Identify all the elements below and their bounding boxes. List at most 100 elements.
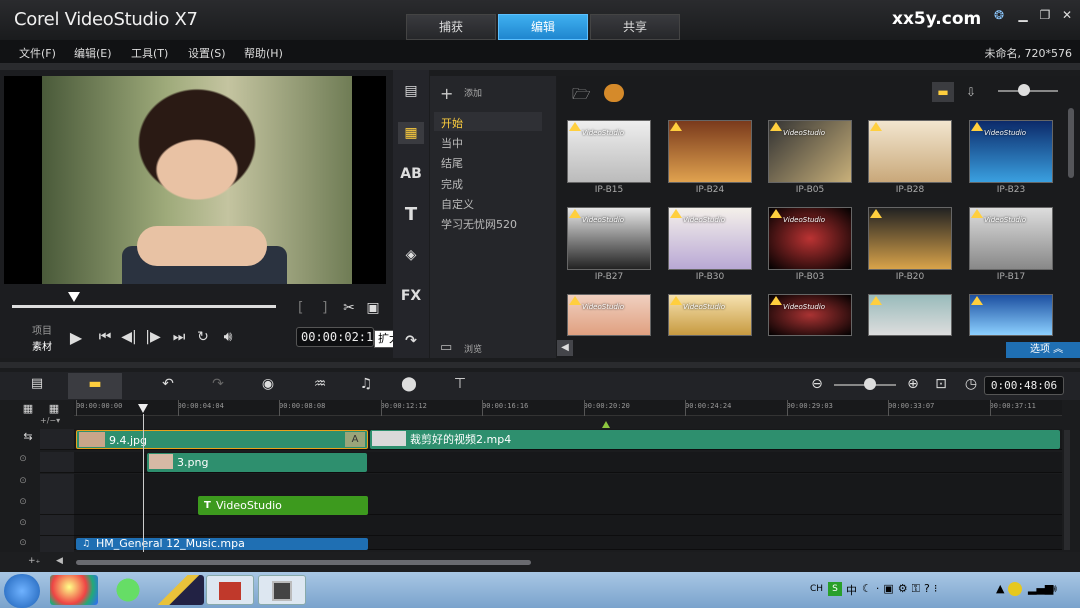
instant-project-icon[interactable]: ▦: [398, 122, 424, 144]
zoom-out-icon[interactable]: ⊖: [808, 376, 826, 392]
scroll-left-icon[interactable]: ◀: [56, 556, 68, 568]
category-start[interactable]: 开始: [441, 115, 463, 131]
tray-icons[interactable]: ☾·▣⚙⚿?⁝: [862, 582, 941, 596]
motion-tracking-icon[interactable]: ⬤: [398, 376, 420, 392]
mark-out-icon[interactable]: ]: [322, 300, 327, 316]
undo-icon[interactable]: ↶: [158, 376, 178, 392]
next-frame-icon[interactable]: |▶: [144, 329, 162, 345]
tray-arrow-icon[interactable]: ▲: [996, 582, 1004, 595]
tray-status-icon[interactable]: [1008, 582, 1022, 596]
tray-sogou[interactable]: S: [828, 582, 842, 596]
template-thumbnail[interactable]: VideoStudio: [969, 120, 1053, 183]
menu-edit[interactable]: 编辑(E): [74, 45, 112, 61]
music-clip[interactable]: ♫ HM_General 12_Music.mpa: [76, 538, 368, 550]
prev-frame-icon[interactable]: ◀|: [120, 329, 138, 345]
lock-icon-5[interactable]: ⊙: [16, 538, 30, 548]
gallery-scrollbar[interactable]: [1068, 108, 1074, 178]
tray-ime[interactable]: 中: [846, 582, 857, 598]
tab-edit[interactable]: 编辑: [498, 14, 588, 40]
sort-icon[interactable]: ⇩: [962, 82, 980, 102]
track-scrollbar[interactable]: [1064, 430, 1070, 550]
video-clip-mp4[interactable]: 裁剪好的视频2.mp4: [370, 430, 1060, 449]
zoom-in-icon[interactable]: ⊕: [904, 376, 922, 392]
path-icon[interactable]: ↷: [398, 330, 424, 352]
add-label[interactable]: 添加: [464, 86, 482, 99]
volume-icon[interactable]: 🔊︎: [218, 329, 238, 345]
tray-lang[interactable]: CH: [810, 584, 823, 594]
template-thumbnail[interactable]: [868, 294, 952, 336]
lock-icon-3[interactable]: ⊙: [16, 497, 30, 507]
add-icon[interactable]: +: [440, 84, 453, 103]
template-thumbnail[interactable]: VideoStudio: [668, 294, 752, 336]
end-icon[interactable]: ⏭: [170, 329, 188, 345]
title-icon[interactable]: T: [398, 204, 424, 226]
template-thumbnail[interactable]: VideoStudio: [768, 120, 852, 183]
video-clip-jpg[interactable]: 9.4.jpg A: [76, 430, 368, 449]
timecode-display[interactable]: 00:00:02:19: [296, 327, 374, 347]
taskbar-app-4[interactable]: [206, 575, 254, 605]
template-thumbnail[interactable]: VideoStudio: [668, 207, 752, 270]
scrubber-bar[interactable]: [12, 305, 276, 308]
thumb-size-handle[interactable]: [1018, 84, 1030, 96]
template-thumbnail[interactable]: VideoStudio: [969, 207, 1053, 270]
track-manager-icon[interactable]: ▦: [18, 402, 38, 415]
template-thumbnail[interactable]: VideoStudio: [768, 207, 852, 270]
zoom-track-icon[interactable]: +₊: [28, 556, 44, 568]
lock-icon-2[interactable]: ⊙: [16, 476, 30, 486]
home-icon[interactable]: ⏮: [96, 329, 114, 345]
chapter-marker[interactable]: [602, 421, 610, 428]
ripple-edit-icon[interactable]: ⇆: [18, 430, 38, 443]
tab-share[interactable]: 共享: [590, 14, 680, 40]
menu-settings[interactable]: 设置(S): [188, 45, 226, 61]
overlay-track-header[interactable]: [40, 452, 74, 473]
graphic-icon[interactable]: ◈: [398, 244, 424, 266]
scissors-icon[interactable]: ✂: [340, 300, 358, 316]
media-icon[interactable]: ▤: [398, 80, 424, 102]
record-capture-icon[interactable]: ◉: [258, 376, 278, 392]
template-thumbnail[interactable]: VideoStudio: [567, 294, 651, 336]
template-thumbnail[interactable]: [868, 120, 952, 183]
lock-icon-4[interactable]: ⊙: [16, 518, 30, 528]
enlarge-icon[interactable]: ▣: [364, 300, 382, 316]
lock-icon[interactable]: ⊙: [16, 454, 30, 464]
template-thumbnail[interactable]: [668, 120, 752, 183]
add-remove-track-icon[interactable]: +/−▾: [40, 416, 74, 426]
storyboard-view-icon[interactable]: ▤: [26, 376, 48, 391]
browse-label[interactable]: 浏览: [464, 342, 482, 355]
repeat-icon[interactable]: ↻: [194, 329, 212, 345]
voice-track[interactable]: [74, 515, 1062, 536]
redo-icon[interactable]: ↷: [208, 376, 228, 392]
taskbar-app-3[interactable]: [156, 575, 204, 605]
voice-track-header[interactable]: [40, 515, 74, 536]
mode-clip[interactable]: 素材: [32, 338, 52, 353]
template-thumbnail[interactable]: VideoStudio: [567, 207, 651, 270]
tray-volume-icon[interactable]: 🔊︎: [1050, 582, 1057, 596]
template-thumbnail[interactable]: [868, 207, 952, 270]
category-end[interactable]: 结尾: [441, 155, 463, 171]
overlay2-track[interactable]: [74, 474, 1062, 495]
menu-tools[interactable]: 工具(T): [131, 45, 168, 61]
help-icon[interactable]: ❂: [990, 7, 1008, 23]
title-clip[interactable]: T VideoStudio: [198, 496, 368, 515]
film-reel-icon[interactable]: [604, 84, 624, 102]
title-track-header[interactable]: [40, 494, 74, 515]
start-button[interactable]: [4, 574, 40, 608]
minimize-button[interactable]: ▁: [1014, 7, 1032, 23]
category-middle[interactable]: 当中: [441, 135, 463, 151]
taskbar-app-5[interactable]: [258, 575, 306, 605]
video-track-header[interactable]: [40, 429, 74, 450]
category-xuexi[interactable]: 学习无忧网520: [441, 216, 517, 232]
mode-project[interactable]: 项目: [32, 322, 52, 337]
overlay-clip[interactable]: 3.png: [147, 453, 367, 472]
taskbar-app-1[interactable]: [50, 575, 98, 605]
playhead-marker[interactable]: [138, 404, 148, 413]
sound-mixer-icon[interactable]: ♒: [310, 376, 330, 392]
view-thumbnail-icon[interactable]: ▬: [932, 82, 954, 102]
close-button[interactable]: ✕: [1058, 7, 1076, 23]
transition-marker[interactable]: A: [345, 432, 365, 447]
menu-file[interactable]: 文件(F): [19, 45, 56, 61]
chapter-point-icon[interactable]: ▦: [44, 402, 64, 415]
tab-capture[interactable]: 捕获: [406, 14, 496, 40]
folder-icon[interactable]: 🗁︎: [572, 84, 591, 109]
options-button[interactable]: 选项 ︽: [1006, 342, 1080, 358]
